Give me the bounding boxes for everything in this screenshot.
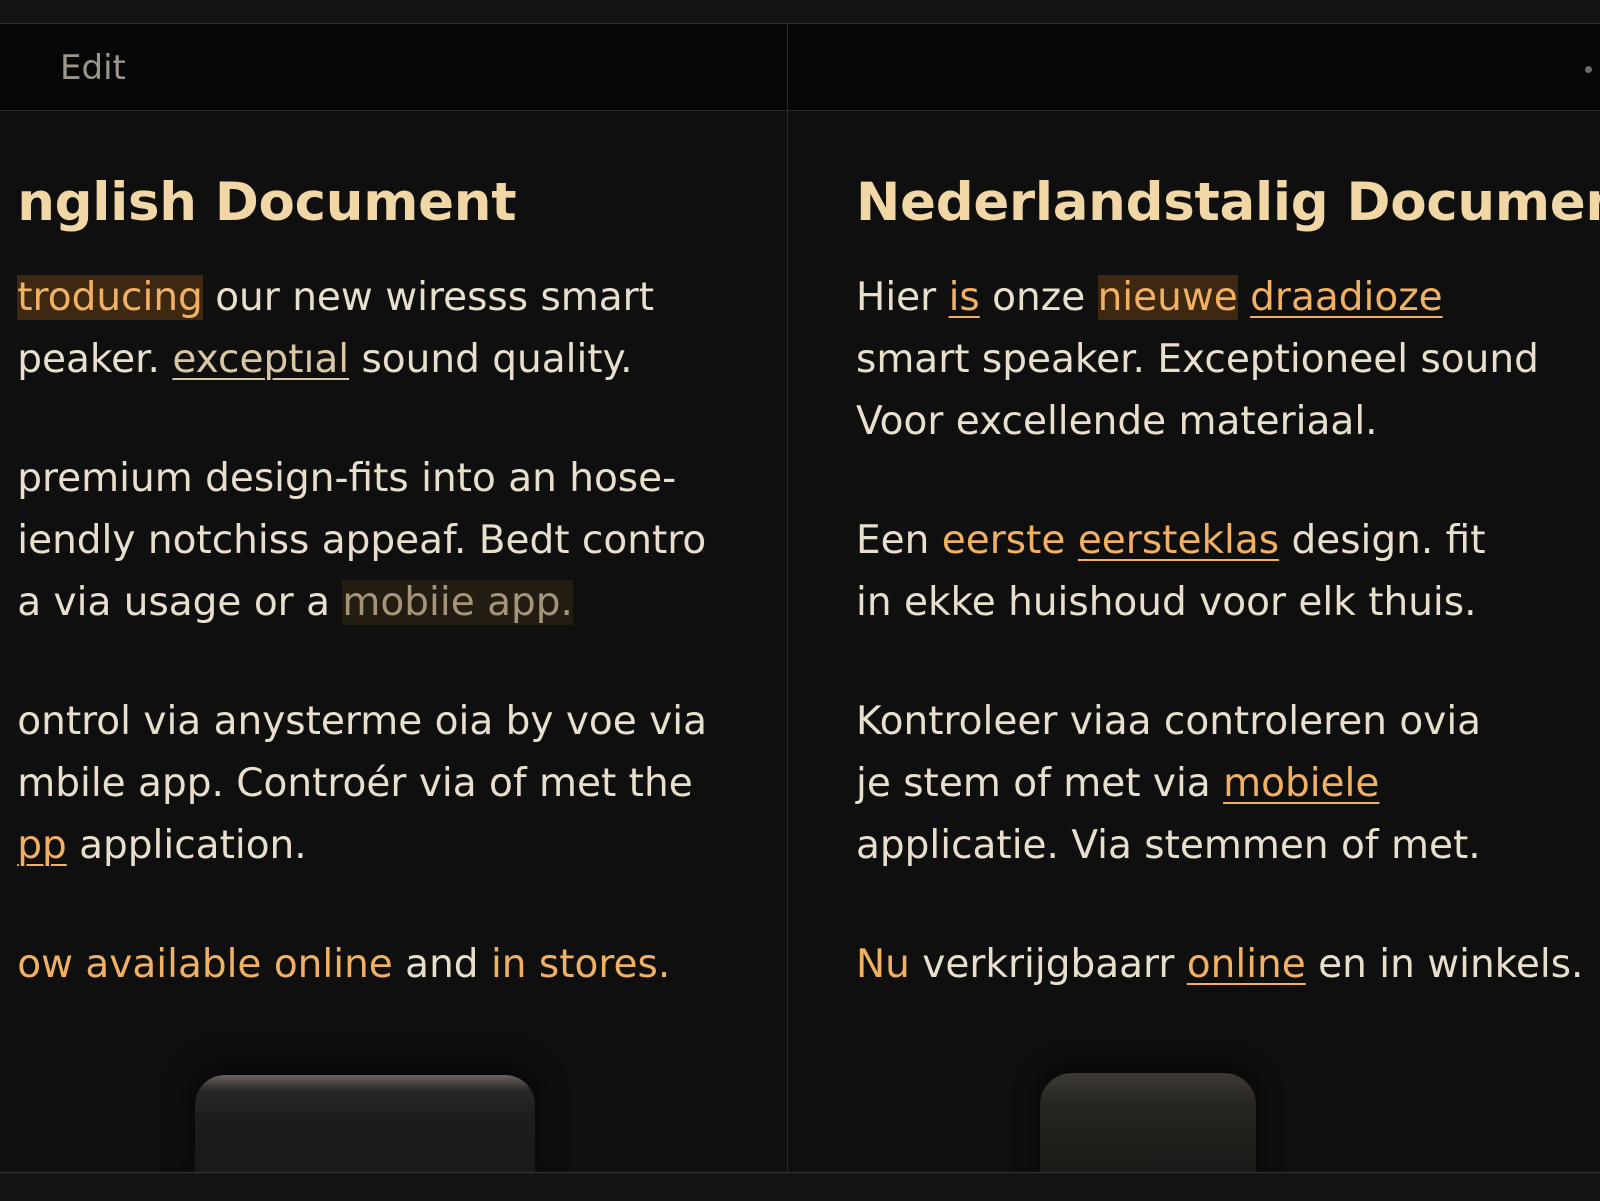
text-run: ontrol via anysterme oia by voe via <box>17 699 707 744</box>
dutch-paragraph-1: Hier is onze nieuwe draadioze smart spea… <box>856 267 1600 453</box>
highlight-word[interactable]: eerste <box>942 518 1066 563</box>
text-run: applicatie. Via stemmen of met. <box>856 823 1481 868</box>
highlight-word[interactable]: draadioze <box>1250 275 1443 320</box>
text-run: and <box>392 942 491 987</box>
highlight-phrase[interactable]: in stores. <box>491 942 670 987</box>
english-paragraph-4: ow available online and in stores. <box>17 934 707 996</box>
highlight-word[interactable]: eersteklas <box>1078 518 1279 563</box>
text-run: Een <box>856 518 942 563</box>
text-run: a via usage or a <box>17 580 343 625</box>
text-run: design. fit <box>1279 518 1486 563</box>
dutch-pane: Nederlandstalig Document Hier is onze ni… <box>788 110 1600 1172</box>
text-run: application. <box>66 823 307 868</box>
highlight-word[interactable]: pp <box>17 823 67 868</box>
text-run: Voor excellende materiaal. <box>856 399 1378 444</box>
english-title: nglish Document <box>17 172 517 233</box>
text-run: Kontroleer viaa controleren ovia <box>856 699 1482 744</box>
more-dot-icon[interactable] <box>1585 66 1592 73</box>
text-run: iendly notchiss appeaf. Bedt contro <box>17 518 707 563</box>
text-run: mbile app. Controér via of met the <box>17 761 693 806</box>
underlined-word[interactable]: exceptıal <box>172 337 349 382</box>
english-paragraph-1: troducing our new wiresss smart peaker. … <box>17 267 707 391</box>
highlight-phrase[interactable]: ow available online <box>17 942 393 987</box>
toolbar: Edit <box>0 24 1600 111</box>
english-pane: nglish Document troducing our new wiress… <box>0 110 787 1172</box>
dutch-paragraph-3: Kontroleer viaa controleren ovia je stem… <box>856 691 1600 877</box>
edit-menu[interactable]: Edit <box>60 48 126 88</box>
text-run: our new wiresss smart <box>202 275 655 320</box>
highlight-word[interactable]: mobiele <box>1223 761 1379 806</box>
highlight-word[interactable]: is <box>949 275 980 320</box>
text-run: je stem of met via <box>856 761 1224 806</box>
speaker-image <box>1040 1073 1256 1172</box>
speaker-image <box>195 1075 535 1172</box>
text-run: verkrijgbaarr <box>909 942 1187 987</box>
highlight-word[interactable]: online <box>1187 942 1306 987</box>
english-paragraph-3: ontrol via anysterme oia by voe via mbil… <box>17 691 707 877</box>
dutch-paragraph-2: Een eerste eersteklas design. fit in ekk… <box>856 510 1600 634</box>
text-run: onze <box>979 275 1098 320</box>
window-top-strip <box>0 0 1600 24</box>
highlight-word[interactable]: nieuwe <box>1097 275 1238 320</box>
text-run: smart speaker. Exceptioneel sound <box>856 337 1539 382</box>
english-document: nglish Document troducing our new wiress… <box>17 172 707 1053</box>
text-run: in ekke huishoud voor elk thuis. <box>856 580 1477 625</box>
text-run: premium design-fits into an hose- <box>17 456 677 501</box>
text-run: peaker. <box>17 337 173 382</box>
dutch-document: Nederlandstalig Document Hier is onze ni… <box>856 172 1600 1053</box>
dutch-title: Nederlandstalig Document <box>856 172 1600 233</box>
text-run <box>1065 518 1077 563</box>
text-run: Hier <box>856 275 949 320</box>
english-paragraph-2: premium design-fits into an hose- iendly… <box>17 448 707 634</box>
highlight-word[interactable]: troducing <box>17 275 203 320</box>
faded-phrase[interactable]: mobiie app. <box>342 580 573 625</box>
status-bar <box>0 1172 1600 1201</box>
text-run: sound quality. <box>349 337 633 382</box>
text-run <box>1238 275 1250 320</box>
highlight-word[interactable]: Nu <box>856 942 910 987</box>
text-run: en in winkels. <box>1305 942 1584 987</box>
dutch-paragraph-4: Nu verkrijgbaarr online en in winkels. <box>856 934 1600 996</box>
